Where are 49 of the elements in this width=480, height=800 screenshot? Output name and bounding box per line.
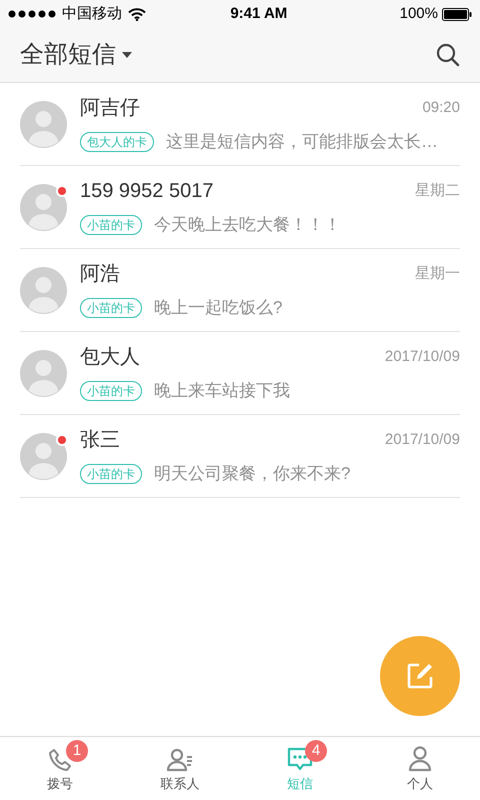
- battery-icon: [442, 8, 472, 20]
- edit-icon: [406, 662, 434, 690]
- contact-name: 张三: [80, 428, 120, 454]
- tab-item[interactable]: 联系人: [120, 737, 240, 800]
- message-preview: 今天晚上去吃大餐！！！: [154, 214, 341, 236]
- avatar-icon: [20, 100, 67, 148]
- signal-icon: [8, 10, 56, 18]
- person-icon: [408, 746, 432, 772]
- avatar-icon: [20, 184, 67, 230]
- message-time: 星期二: [415, 181, 460, 201]
- message-time: 星期一: [415, 264, 460, 284]
- tab-item[interactable]: 1 拨号: [0, 737, 120, 800]
- contact-name: 159 9952 5017: [80, 179, 214, 204]
- sim-card-tag: 包大人的卡: [80, 132, 154, 152]
- contacts-icon: [167, 748, 193, 772]
- chat-bubble-icon: [287, 746, 313, 772]
- message-time: 09:20: [422, 98, 460, 118]
- message-preview: 明天公司聚餐，你来不来?: [154, 463, 350, 486]
- avatar-icon: [20, 432, 67, 480]
- tab-item[interactable]: 个人: [360, 737, 480, 800]
- message-row[interactable]: 159 9952 5017 星期二 小苗的卡 今天晚上去吃大餐！！！: [20, 166, 460, 249]
- message-row[interactable]: 张三 2017/10/09 小苗的卡 明天公司聚餐，你来不来?: [20, 415, 460, 498]
- contact-name: 包大人: [80, 345, 140, 370]
- phone-icon: [48, 748, 72, 772]
- sim-card-tag: 小苗的卡: [80, 464, 142, 484]
- wifi-icon: [128, 8, 146, 20]
- sim-card-tag: 小苗的卡: [80, 215, 142, 235]
- avatar-icon: [20, 266, 67, 314]
- filter-dropdown[interactable]: 全部短信: [20, 37, 132, 73]
- sim-card-tag: 小苗的卡: [80, 298, 142, 318]
- search-icon[interactable]: [436, 43, 460, 67]
- clock-time: 9:41 AM: [229, 4, 288, 24]
- message-preview: 晚上一起吃饭么?: [154, 297, 282, 320]
- message-time: 2017/10/09: [384, 430, 460, 450]
- badge: 1: [66, 740, 88, 762]
- message-preview: 晚上来车站接下我: [154, 380, 290, 402]
- sim-card-tag: 小苗的卡: [80, 381, 142, 401]
- caret-icon: [122, 52, 132, 58]
- carrier-name: 中国移动: [62, 4, 122, 24]
- badge: 4: [305, 740, 327, 762]
- message-row[interactable]: 包大人 2017/10/09 小苗的卡 晚上来车站接下我: [20, 332, 460, 415]
- message-row[interactable]: 阿浩 星期一 小苗的卡 晚上一起吃饭么?: [20, 249, 460, 332]
- contact-name: 阿吉仔: [80, 96, 140, 122]
- message-row[interactable]: 阿吉仔 09:20 包大人的卡 这里是短信内容，可能排版会太长…: [20, 83, 460, 166]
- message-preview: 这里是短信内容，可能排版会太长…: [166, 131, 438, 154]
- battery-percent: 100%: [400, 4, 438, 24]
- contact-name: 阿浩: [80, 262, 120, 288]
- message-time: 2017/10/09: [384, 347, 460, 367]
- avatar-icon: [20, 350, 67, 396]
